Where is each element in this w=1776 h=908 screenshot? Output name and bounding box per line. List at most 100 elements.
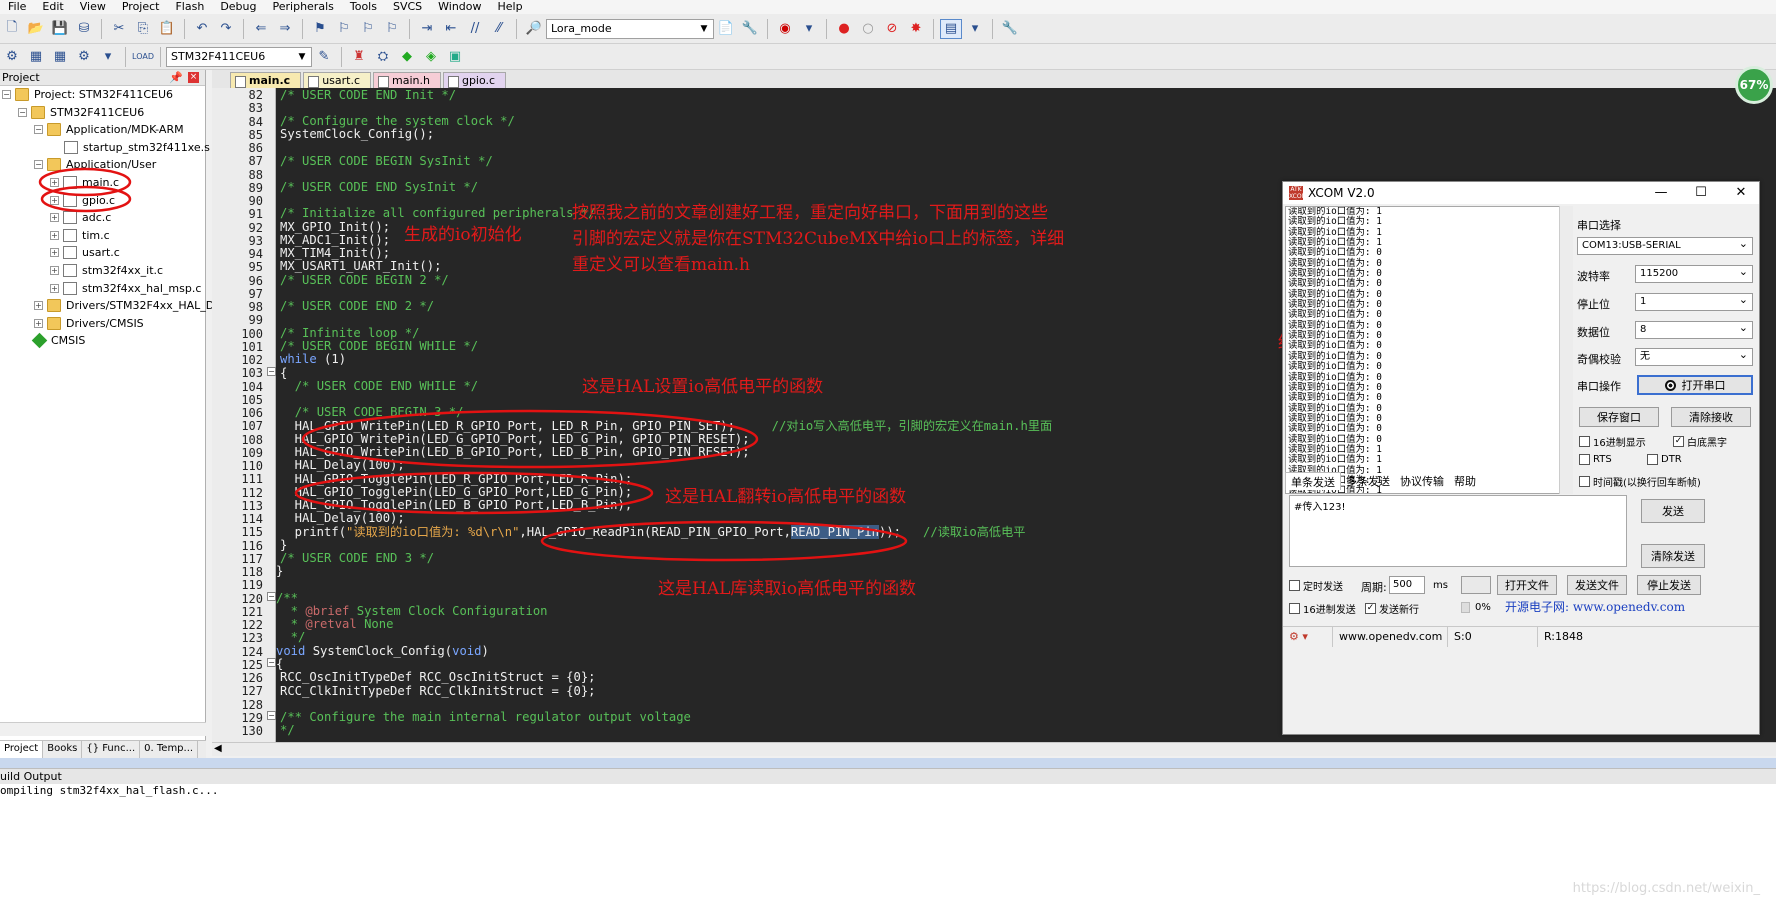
chevron-down-icon[interactable]: ▼ — [295, 50, 309, 64]
disable-all-breakpoints-icon[interactable]: ✸ — [905, 19, 927, 39]
paste-icon[interactable]: 📋 — [156, 19, 178, 39]
tree-item[interactable]: startup_stm32f411xe.s — [64, 139, 210, 156]
indent-icon[interactable]: ⇥ — [416, 19, 438, 39]
kill-breakpoints-icon[interactable]: ⊘ — [881, 19, 903, 39]
chevron-down-icon[interactable]: ▼ — [697, 22, 711, 36]
expand-icon[interactable]: + — [34, 318, 43, 328]
fold-toggle-icon[interactable]: − — [267, 711, 276, 720]
clear-send-button[interactable]: 清除发送 — [1641, 544, 1705, 568]
tree-item[interactable]: − STM32F411CEU6 — [18, 104, 144, 121]
clear-bookmarks-icon[interactable]: ⚐ — [381, 19, 403, 39]
minimize-icon[interactable]: — — [1647, 184, 1675, 202]
cut-icon[interactable]: ✂ — [108, 19, 130, 39]
next-bookmark-icon[interactable]: ⚐ — [357, 19, 379, 39]
data-bits-select[interactable]: 8 — [1635, 320, 1753, 339]
stop-send-button[interactable]: 停止发送 — [1637, 575, 1701, 595]
close-icon[interactable]: × — [188, 72, 199, 83]
maximize-icon[interactable]: ☐ — [1687, 184, 1715, 202]
tab-project[interactable]: Project — [0, 741, 44, 758]
find-combo[interactable]: Lora_mode ▼ — [546, 18, 714, 39]
bookmark-icon[interactable]: ⚑ — [309, 19, 331, 39]
window-layout-icon[interactable]: ▤ — [940, 18, 962, 39]
dtr-checkbox[interactable]: DTR — [1647, 454, 1682, 465]
hex-send-checkbox[interactable]: 16进制发送 — [1289, 601, 1356, 616]
nav-forward-icon[interactable]: ⇒ — [274, 19, 296, 39]
manage-rte-icon[interactable]: ◆ — [396, 47, 418, 67]
openedv-link[interactable]: 开源电子网: www.openedv.com — [1505, 598, 1685, 615]
save-window-button[interactable]: 保存窗口 — [1579, 407, 1659, 427]
tab-help[interactable]: 帮助 — [1449, 472, 1481, 490]
fold-toggle-icon[interactable]: − — [267, 592, 276, 601]
tab-functions[interactable]: {} Func... — [82, 741, 141, 758]
tree-item[interactable]: + stm32f4xx_it.c — [50, 262, 163, 279]
open-file-button[interactable]: 打开文件 — [1497, 575, 1557, 595]
tab-books[interactable]: Books — [43, 741, 83, 758]
prev-bookmark-icon[interactable]: ⚐ — [333, 19, 355, 39]
tab-usart-c[interactable]: usart.c — [303, 72, 372, 88]
menu-svcs[interactable]: SVCS — [385, 0, 430, 14]
project-hscrollbar[interactable] — [0, 722, 206, 736]
find-icon[interactable]: 📄 — [715, 19, 737, 39]
nav-back-icon[interactable]: ⇐ — [250, 19, 272, 39]
scroll-left-icon[interactable]: ◀ — [214, 743, 222, 754]
parity-select[interactable]: 无 — [1635, 347, 1753, 366]
open-port-button[interactable]: 打开串口 — [1637, 375, 1753, 395]
tree-item[interactable]: + Drivers/CMSIS — [34, 315, 144, 332]
manage-components-icon[interactable]: ♜ — [348, 47, 370, 67]
dropdown-arrow-icon[interactable]: ▾ — [964, 19, 986, 39]
tab-main-h[interactable]: main.h — [373, 72, 441, 88]
pack-installer-icon[interactable]: ◈ — [420, 47, 442, 67]
tree-item[interactable]: + stm32f4xx_hal_msp.c — [50, 280, 201, 297]
collapse-icon[interactable]: − — [2, 90, 11, 99]
save-all-icon[interactable]: ⛁ — [73, 19, 95, 39]
baud-select[interactable]: 115200 — [1635, 264, 1753, 283]
receive-area[interactable]: 读取到的io口值为: 1 读取到的io口值为: 1 读取到的io口值为: 1 读取到的… — [1285, 206, 1560, 494]
editor-hscrollbar[interactable]: ◀ — [212, 742, 1776, 756]
settings-gear-icon[interactable]: ⚙ ▾ — [1283, 626, 1333, 647]
pin-icon[interactable]: 📌 — [169, 70, 183, 85]
rebuild-icon[interactable]: ▦ — [49, 47, 71, 67]
breakpoint-icon[interactable]: ● — [833, 19, 855, 39]
menu-file[interactable]: File — [0, 0, 34, 14]
send-newline-checkbox[interactable]: ✓ 发送新行 — [1365, 601, 1419, 616]
tab-main-c[interactable]: main.c — [230, 72, 302, 88]
tree-item[interactable]: + tim.c — [50, 227, 110, 244]
period-input[interactable]: 500 — [1389, 576, 1425, 594]
fold-toggle-icon[interactable]: − — [267, 658, 276, 667]
status-url[interactable]: www.openedv.com — [1333, 626, 1448, 647]
tree-item[interactable]: + gpio.c — [50, 192, 115, 209]
dropdown-arrow-icon[interactable]: ▾ — [97, 47, 119, 67]
disable-breakpoint-icon[interactable]: ○ — [857, 19, 879, 39]
menu-flash[interactable]: Flash — [167, 0, 212, 14]
fold-toggle-icon[interactable]: − — [267, 367, 276, 376]
expand-icon[interactable]: + — [50, 178, 59, 187]
menu-peripherals[interactable]: Peripherals — [265, 0, 342, 14]
expand-icon[interactable]: + — [50, 266, 59, 275]
collapse-icon[interactable]: − — [34, 160, 43, 170]
menu-edit[interactable]: Edit — [34, 0, 71, 14]
target-options-icon[interactable]: ✎ — [313, 47, 335, 67]
tree-item[interactable]: − Project: STM32F411CEU6 — [2, 86, 173, 103]
tree-item[interactable]: − Application/User — [34, 156, 156, 173]
target-select[interactable]: STM32F411CEU6 ▼ — [166, 46, 312, 67]
menu-window[interactable]: Window — [430, 0, 489, 14]
tree-item[interactable]: + usart.c — [50, 244, 120, 261]
receive-scrollbar[interactable] — [1559, 206, 1573, 494]
menu-tools[interactable]: Tools — [342, 0, 385, 14]
tree-item[interactable]: + Drivers/STM32F4xx_HAL_Driv — [34, 297, 228, 314]
expand-icon[interactable]: + — [50, 195, 59, 205]
undo-icon[interactable]: ↶ — [191, 19, 213, 39]
tree-item[interactable]: + adc.c — [50, 209, 111, 226]
white-bg-checkbox[interactable]: ✓ 白底黑字 — [1673, 434, 1727, 449]
redo-icon[interactable]: ↷ — [215, 19, 237, 39]
translate-icon[interactable]: ⚙ — [1, 47, 23, 67]
download-icon[interactable]: LOAD — [132, 47, 154, 67]
unindent-icon[interactable]: ⇤ — [440, 19, 462, 39]
timestamp-checkbox[interactable]: 时间戳(以换行回车断帧) — [1579, 474, 1701, 489]
new-file-icon[interactable]: 🗋 — [1, 19, 23, 39]
tab-multi-send[interactable]: 多条发送 — [1341, 472, 1395, 490]
incremental-find-icon[interactable]: 🔧 — [739, 19, 761, 39]
uncomment-icon[interactable]: ⁄⁄ — [488, 19, 510, 39]
clear-receive-button[interactable]: 清除接收 — [1671, 407, 1751, 427]
tree-item[interactable]: − Application/MDK-ARM — [34, 121, 184, 138]
